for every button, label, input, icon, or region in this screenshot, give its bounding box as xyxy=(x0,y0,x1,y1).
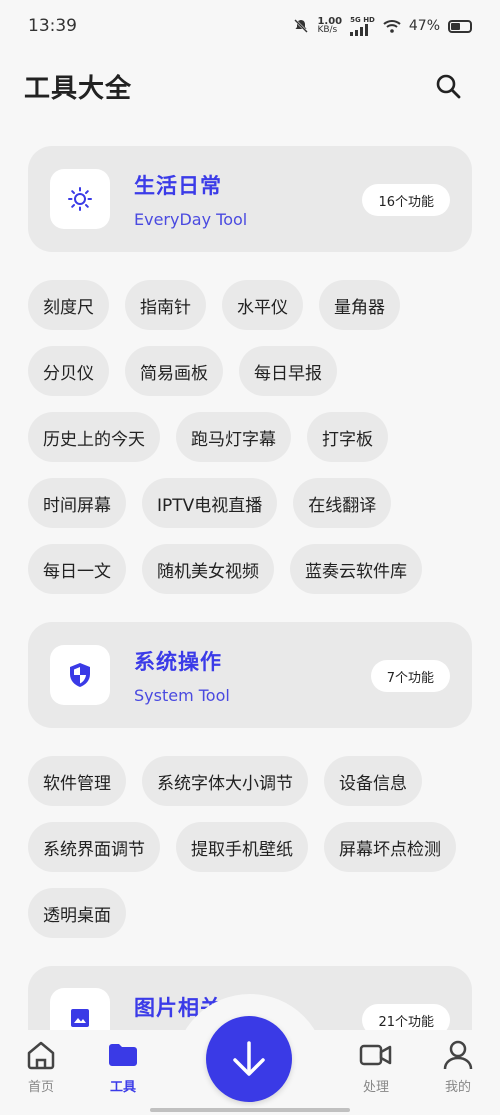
tool-chip-ui-adjust[interactable]: 系统界面调节 xyxy=(28,822,160,872)
sun-icon xyxy=(68,187,92,211)
tool-chip-time-screen[interactable]: 时间屏幕 xyxy=(28,478,126,528)
status-time: 13:39 xyxy=(28,16,77,36)
nav-tools[interactable]: 工具 xyxy=(93,1038,153,1095)
tool-chip-transparent-desktop[interactable]: 透明桌面 xyxy=(28,888,126,938)
category-subtitle: System Tool xyxy=(134,685,230,705)
page-title: 工具大全 xyxy=(24,73,133,104)
status-bar: 13:39 1.00 KB/s 5G HD 47% xyxy=(0,0,500,52)
download-arrow-icon xyxy=(233,1041,265,1076)
home-indicator[interactable] xyxy=(150,1108,350,1112)
download-button[interactable] xyxy=(206,1016,292,1102)
tool-chip-random-video[interactable]: 随机美女视频 xyxy=(142,544,274,594)
folder-icon xyxy=(109,1044,137,1066)
category-card-everyday[interactable]: 生活日常 EveryDay Tool 16个功能 xyxy=(28,146,472,252)
tool-chip-marquee[interactable]: 跑马灯字幕 xyxy=(176,412,291,462)
tool-chip-drawing-board[interactable]: 简易画板 xyxy=(125,346,223,396)
tool-chip-ruler[interactable]: 刻度尺 xyxy=(28,280,109,330)
wifi-icon xyxy=(383,20,401,33)
category-card-system[interactable]: 系统操作 System Tool 7个功能 xyxy=(28,622,472,728)
tool-chip-lanzou-library[interactable]: 蓝奏云软件库 xyxy=(290,544,422,594)
cellular-signal-icon: 5G HD xyxy=(350,16,375,36)
tool-chip-iptv[interactable]: IPTV电视直播 xyxy=(142,478,278,528)
image-icon xyxy=(71,1009,89,1027)
search-icon xyxy=(436,74,461,99)
nav-home[interactable]: 首页 xyxy=(11,1038,71,1095)
category-text: 系统操作 System Tool xyxy=(134,646,230,705)
header: 工具大全 xyxy=(0,60,500,112)
status-indicators: 1.00 KB/s 5G HD 47% xyxy=(293,16,472,36)
nav-mine[interactable]: 我的 xyxy=(428,1038,488,1095)
tool-chip-typing-board[interactable]: 打字板 xyxy=(307,412,388,462)
tool-chips-everyday: 刻度尺 指南针 水平仪 量角器 分贝仪 简易画板 每日早报 历史上的今天 跑马灯… xyxy=(28,252,478,622)
shield-icon xyxy=(70,663,90,687)
tool-chip-daily-article[interactable]: 每日一文 xyxy=(28,544,126,594)
video-camera-icon xyxy=(359,1044,392,1066)
tool-chip-today-in-history[interactable]: 历史上的今天 xyxy=(28,412,160,462)
tool-chip-decibel-meter[interactable]: 分贝仪 xyxy=(28,346,109,396)
search-button[interactable] xyxy=(428,66,468,106)
nav-mine-label: 我的 xyxy=(444,1080,471,1095)
tool-chip-device-info[interactable]: 设备信息 xyxy=(324,756,422,806)
network-speed: 1.00 KB/s xyxy=(317,16,343,35)
category-count-badge: 7个功能 xyxy=(370,660,450,692)
battery-percent: 47% xyxy=(408,18,440,34)
battery-icon xyxy=(448,19,472,33)
category-title: 系统操作 xyxy=(134,649,222,674)
tool-chip-level[interactable]: 水平仪 xyxy=(222,280,303,330)
tool-chip-translate[interactable]: 在线翻译 xyxy=(293,478,392,528)
category-text: 生活日常 EveryDay Tool xyxy=(134,170,247,229)
tool-chips-system: 软件管理 系统字体大小调节 设备信息 系统界面调节 提取手机壁纸 屏幕坏点检测 … xyxy=(28,728,478,966)
tool-chip-font-size[interactable]: 系统字体大小调节 xyxy=(142,756,308,806)
bell-off-icon xyxy=(294,19,309,33)
category-title: 生活日常 xyxy=(134,173,222,198)
nav-tools-label: 工具 xyxy=(109,1080,136,1095)
tool-chip-dead-pixel-test[interactable]: 屏幕坏点检测 xyxy=(324,822,456,872)
tool-chip-extract-wallpaper[interactable]: 提取手机壁纸 xyxy=(176,822,308,872)
tool-chip-daily-news[interactable]: 每日早报 xyxy=(239,346,337,396)
tool-chip-app-manager[interactable]: 软件管理 xyxy=(28,756,126,806)
category-icon-container xyxy=(50,645,110,705)
nav-process[interactable]: 处理 xyxy=(346,1038,406,1095)
tool-chip-compass[interactable]: 指南针 xyxy=(125,280,206,330)
user-icon xyxy=(443,1040,473,1070)
tool-list: 生活日常 EveryDay Tool 16个功能 刻度尺 指南针 水平仪 量角器… xyxy=(0,146,500,1072)
nav-process-label: 处理 xyxy=(362,1080,389,1095)
category-count-badge: 16个功能 xyxy=(362,184,450,216)
nav-home-label: 首页 xyxy=(27,1080,54,1095)
tool-chip-protractor[interactable]: 量角器 xyxy=(319,280,400,330)
category-icon-container xyxy=(50,169,110,229)
category-subtitle: EveryDay Tool xyxy=(134,209,248,229)
home-icon xyxy=(27,1041,55,1070)
